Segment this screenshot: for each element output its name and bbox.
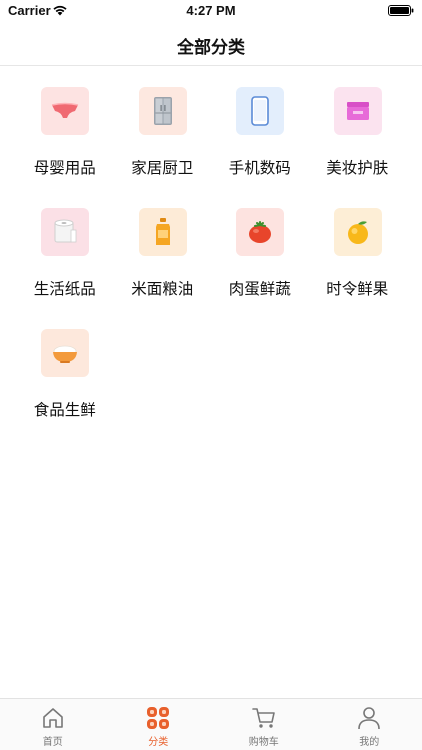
category-label: 食品生鲜 (33, 401, 96, 419)
category-label: 家居厨卫 (131, 159, 194, 177)
page-title: 全部分类 (177, 38, 245, 58)
phone-icon (236, 87, 284, 135)
tab-bar: 首页 分类 购物车 我的 (0, 698, 422, 750)
category-item-grain-oil[interactable]: 米面粮油 (114, 205, 212, 326)
category-label: 手机数码 (228, 159, 291, 177)
category-icon (147, 707, 170, 729)
toilet-paper-icon (41, 208, 89, 256)
category-label: 美妆护肤 (326, 159, 389, 177)
status-bar: Carrier 4:27 PM (0, 0, 422, 22)
category-item-beauty[interactable]: 美妆护肤 (309, 84, 407, 205)
user-icon (358, 707, 381, 730)
tab-cart[interactable]: 购物车 (211, 699, 317, 750)
tab-label: 分类 (148, 737, 169, 748)
rice-bowl-icon (41, 329, 89, 377)
category-label: 母婴用品 (33, 159, 96, 177)
battery-icon (388, 5, 414, 16)
tab-home[interactable]: 首页 (0, 699, 106, 750)
cosmetics-icon (333, 87, 382, 135)
tab-label: 购物车 (248, 737, 279, 748)
category-item-paper[interactable]: 生活纸品 (16, 205, 114, 326)
category-label: 时令鲜果 (326, 280, 389, 298)
category-grid: 母婴用品 家居厨卫 手机数码 美妆护肤 生活纸品 米面粮油 肉蛋鲜蔬 时令鲜果 … (0, 84, 422, 447)
tomato-icon (236, 208, 284, 256)
cart-icon (251, 708, 275, 728)
category-item-home-kitchen[interactable]: 家居厨卫 (114, 84, 212, 205)
category-label: 生活纸品 (33, 280, 96, 298)
category-item-fresh-food[interactable]: 食品生鲜 (16, 326, 114, 447)
category-item-fruit[interactable]: 时令鲜果 (309, 205, 407, 326)
category-label: 肉蛋鲜蔬 (228, 280, 291, 298)
category-label: 米面粮油 (131, 280, 194, 298)
tab-profile[interactable]: 我的 (317, 699, 422, 750)
home-icon (42, 708, 63, 728)
category-item-meat-veg[interactable]: 肉蛋鲜蔬 (211, 205, 309, 326)
tab-label: 我的 (359, 737, 380, 748)
category-item-digital[interactable]: 手机数码 (211, 84, 309, 205)
orange-icon (333, 208, 382, 256)
tab-label: 首页 (42, 737, 63, 748)
tab-category[interactable]: 分类 (106, 699, 212, 750)
category-item-maternity[interactable]: 母婴用品 (16, 84, 114, 205)
diaper-icon (41, 87, 89, 135)
oil-bottle-icon (138, 208, 187, 256)
fridge-icon (138, 87, 187, 135)
status-time: 4:27 PM (186, 3, 236, 18)
nav-bar: 全部分类 (0, 22, 422, 66)
